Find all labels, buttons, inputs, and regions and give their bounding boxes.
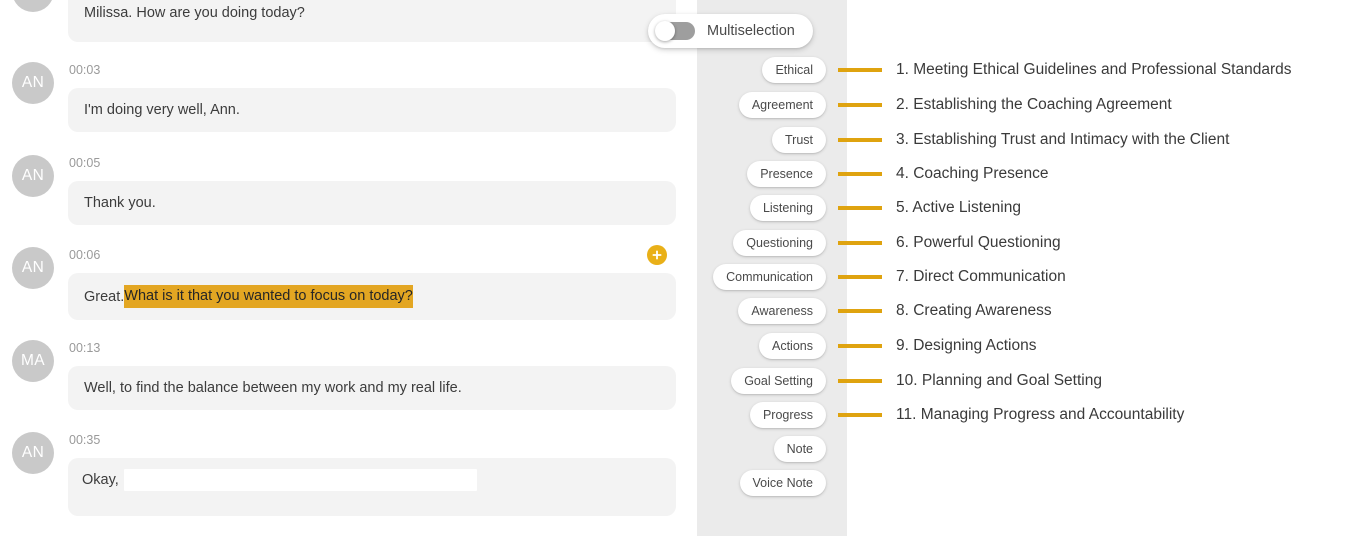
avatar: MA: [12, 340, 54, 382]
message-body: 00:13 Well, to find the balance between …: [68, 340, 676, 410]
competency-row: 3. Establishing Trust and Intimacy with …: [838, 127, 1230, 153]
skeleton-row: Okay,: [82, 469, 662, 491]
message-body: 00:05 Thank you.: [68, 155, 676, 225]
plus-icon[interactable]: [647, 245, 667, 265]
message-body: 00:06 Great. What is it that you wanted …: [68, 245, 676, 320]
competency-pill-label[interactable]: Awareness: [738, 298, 826, 324]
message-timestamp: 00:06: [69, 248, 101, 262]
competency-label: 4. Coaching Presence: [896, 165, 1049, 182]
competency-pill-label[interactable]: Trust: [771, 127, 826, 153]
competency-row: 9. Designing Actions: [838, 333, 1037, 359]
message-bubble[interactable]: Thank you.: [68, 181, 676, 225]
competency-row: 4. Coaching Presence: [838, 161, 1049, 187]
connector-line: [838, 172, 882, 176]
competency-pill-actions[interactable]: Actions: [759, 333, 826, 359]
competency-pill-label[interactable]: Goal Setting: [731, 368, 826, 394]
competency-pill-awareness[interactable]: Awareness: [738, 298, 826, 324]
connector-line: [838, 103, 882, 107]
message-bubble-loading[interactable]: Okay,: [68, 458, 676, 516]
competency-pill-trust[interactable]: Trust: [771, 127, 826, 153]
message-text-prefix: Great.: [84, 288, 125, 305]
connector-line: [838, 309, 882, 313]
multiselection-label: Multiselection: [707, 23, 795, 39]
competency-label: 9. Designing Actions: [896, 337, 1037, 354]
competency-row: 7. Direct Communication: [838, 264, 1066, 290]
competency-pill-label[interactable]: Voice Note: [739, 470, 826, 496]
avatar: AN: [12, 247, 54, 289]
message-bubble[interactable]: I'm doing very well, Ann.: [68, 88, 676, 132]
message-body: 00:03 I'm doing very well, Ann.: [68, 62, 676, 132]
competency-label: 6. Powerful Questioning: [896, 234, 1061, 251]
competency-label: 7. Direct Communication: [896, 268, 1066, 285]
competency-list-panel: 1. Meeting Ethical Guidelines and Profes…: [838, 0, 1349, 536]
competency-label: 8. Creating Awareness: [896, 302, 1052, 319]
competency-pill-goal-setting[interactable]: Goal Setting: [731, 368, 826, 394]
skeleton-bar: [123, 469, 477, 491]
competency-pill-label[interactable]: Presence: [747, 161, 826, 187]
message-bubble[interactable]: Great. What is it that you wanted to foc…: [68, 273, 676, 320]
connector-line: [838, 138, 882, 142]
competency-pill-progress[interactable]: Progress: [749, 402, 826, 428]
competency-pill-label[interactable]: Progress: [749, 402, 826, 428]
competency-pill-ethical[interactable]: Ethical: [762, 57, 826, 83]
message-timestamp: 00:13: [69, 341, 101, 355]
competency-pill-label[interactable]: Agreement: [738, 92, 826, 118]
competency-tag-sidebar: Ethical Agreement Trust Presence Listening Qu…: [697, 0, 847, 536]
competency-pill-label[interactable]: Questioning: [733, 230, 826, 256]
competency-label: 10. Planning and Goal Setting: [896, 372, 1102, 389]
competency-pill-presence[interactable]: Presence: [747, 161, 826, 187]
competency-pill-questioning[interactable]: Questioning: [733, 230, 826, 256]
toggle-switch[interactable]: [655, 21, 695, 41]
competency-pill-listening[interactable]: Listening: [749, 195, 826, 221]
connector-line: [838, 344, 882, 348]
connector-line: [838, 241, 882, 245]
competency-row: 1. Meeting Ethical Guidelines and Profes…: [838, 57, 1292, 83]
multiselection-toggle[interactable]: Multiselection: [648, 14, 813, 48]
transcript-panel[interactable]: Milissa. How are you doing today? AN 00:…: [0, 0, 690, 536]
highlighted-text[interactable]: What is it that you wanted to focus on t…: [124, 285, 413, 308]
competency-pill-label[interactable]: Note: [773, 436, 826, 462]
competency-pill-label[interactable]: Listening: [749, 195, 826, 221]
message-timestamp: 00:03: [69, 63, 101, 77]
message-text: Okay,: [82, 472, 119, 488]
avatar: [12, 0, 54, 12]
message-timestamp: 00:05: [69, 156, 101, 170]
conversation-analysis-screen: Milissa. How are you doing today? AN 00:…: [0, 0, 1349, 536]
avatar: AN: [12, 432, 54, 474]
connector-line: [838, 379, 882, 383]
competency-pill-communication[interactable]: Communication: [713, 264, 826, 290]
message-timestamp: 00:35: [69, 433, 101, 447]
connector-line: [838, 206, 882, 210]
avatar: AN: [12, 155, 54, 197]
competency-label: 5. Active Listening: [896, 199, 1021, 216]
competency-pill-voice-note[interactable]: Voice Note: [739, 470, 826, 496]
competency-pill-label[interactable]: Communication: [713, 264, 826, 290]
message-bubble[interactable]: Milissa. How are you doing today?: [68, 0, 676, 42]
competency-pill-note[interactable]: Note: [773, 436, 826, 462]
competency-row: 8. Creating Awareness: [838, 298, 1052, 324]
competency-row: 5. Active Listening: [838, 195, 1021, 221]
message-bubble[interactable]: Well, to find the balance between my wor…: [68, 366, 676, 410]
connector-line: [838, 68, 882, 72]
competency-pill-label[interactable]: Ethical: [762, 57, 826, 83]
competency-row: 10. Planning and Goal Setting: [838, 368, 1102, 394]
connector-line: [838, 275, 882, 279]
competency-label: 3. Establishing Trust and Intimacy with …: [896, 131, 1230, 148]
competency-row: 2. Establishing the Coaching Agreement: [838, 92, 1172, 118]
competency-row: 11. Managing Progress and Accountability: [838, 402, 1185, 428]
competency-label: 2. Establishing the Coaching Agreement: [896, 96, 1172, 113]
competency-label: 11. Managing Progress and Accountability: [896, 406, 1185, 423]
message-body: 00:35 Okay,: [68, 432, 676, 516]
competency-row: 6. Powerful Questioning: [838, 230, 1061, 256]
avatar: AN: [12, 62, 54, 104]
competency-pill-agreement[interactable]: Agreement: [738, 92, 826, 118]
toggle-knob[interactable]: [655, 21, 675, 41]
competency-pill-label[interactable]: Actions: [759, 333, 826, 359]
competency-label: 1. Meeting Ethical Guidelines and Profes…: [896, 61, 1292, 78]
connector-line: [838, 413, 882, 417]
